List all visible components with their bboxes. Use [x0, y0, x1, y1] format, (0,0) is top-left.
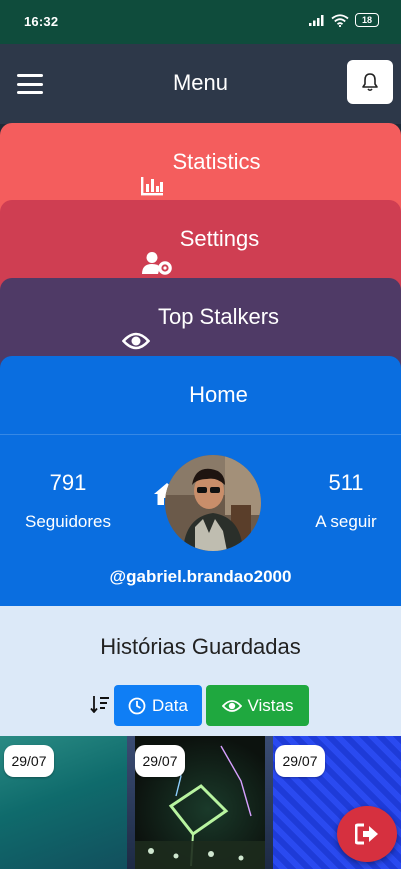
bell-icon [362, 73, 378, 92]
status-icons: 18 [309, 13, 379, 27]
story-date-badge: 29/07 [4, 745, 54, 777]
logout-button[interactable] [337, 806, 397, 862]
home-divider [0, 434, 401, 435]
avatar[interactable] [165, 455, 261, 551]
app-header: Menu [0, 44, 401, 124]
following-count: 511 [328, 470, 364, 495]
saved-stories-title: Histórias Guardadas [100, 634, 301, 659]
story-date-badge: 29/07 [135, 745, 185, 777]
followers-label: Seguidores [24, 512, 111, 531]
sort-by-date-label: Data [152, 695, 188, 715]
story-divider [265, 736, 273, 869]
eye-icon [221, 699, 242, 712]
username: @gabriel.brandao2000 [109, 567, 292, 586]
followers-count: 791 [49, 470, 87, 495]
signal-icon [309, 15, 324, 26]
battery-icon: 18 [355, 13, 379, 27]
sort-icon[interactable] [90, 695, 110, 718]
saved-stories-section: Histórias Guardadas Data Vistas [0, 606, 401, 736]
story-thumbnail[interactable]: 29/07 [131, 736, 271, 869]
following-label: A seguir [315, 512, 377, 531]
story-date-badge: 29/07 [275, 745, 325, 777]
sign-out-icon [355, 823, 378, 845]
story-divider [127, 736, 135, 869]
sort-by-date-button[interactable]: Data [114, 685, 202, 726]
sort-by-views-button[interactable]: Vistas [206, 685, 309, 726]
following-stat[interactable]: 511 A seguir [300, 470, 392, 532]
notifications-button[interactable] [347, 60, 393, 104]
page-title: Menu [172, 70, 229, 95]
sort-by-views-label: Vistas [247, 695, 294, 715]
status-time: 16:32 [24, 14, 59, 29]
followers-stat[interactable]: 791 Seguidores [18, 470, 118, 532]
clock-icon [128, 697, 146, 714]
story-thumbnail[interactable]: 29/07 [0, 736, 131, 869]
status-bar: 16:32 18 [0, 0, 401, 44]
wifi-icon [331, 13, 349, 27]
